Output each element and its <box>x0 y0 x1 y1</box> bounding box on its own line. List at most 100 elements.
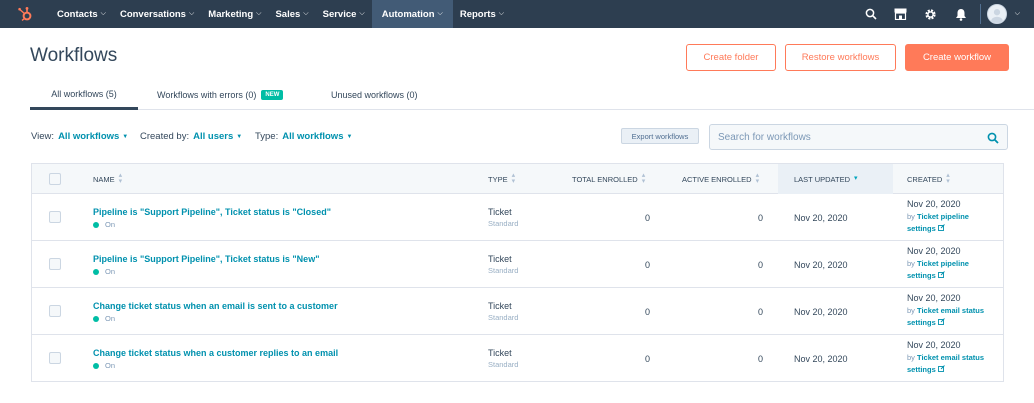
nav-right-tools: ⌵ <box>856 0 1034 28</box>
creator-link[interactable]: settings <box>907 271 936 280</box>
total-enrolled: 0 <box>644 354 650 364</box>
row-checkbox[interactable] <box>49 352 61 364</box>
nav-service[interactable]: Service ⌵ <box>316 0 372 28</box>
status-badge: On <box>93 220 115 229</box>
workflow-name-link[interactable]: Change ticket status when a customer rep… <box>93 348 338 358</box>
created-date: Nov 20, 2020 <box>907 340 961 350</box>
sort-descending-icon: ▾ <box>854 175 858 182</box>
external-link-icon[interactable] <box>937 365 945 374</box>
tab-all-workflows[interactable]: All workflows (5) <box>30 80 138 110</box>
column-header-type[interactable]: TYPE ▴ ▾ <box>488 164 515 194</box>
type-filter[interactable]: Type: All workflows ▼ <box>255 131 352 142</box>
create-folder-button[interactable]: Create folder <box>686 44 776 71</box>
workflow-tabs: All workflows (5) Workflows with errors … <box>30 80 1034 110</box>
created-by: by Ticket pipeline settings <box>907 259 969 280</box>
sort-icon: ▴ ▾ <box>641 172 646 185</box>
column-header-name[interactable]: NAME ▴ ▾ <box>93 164 122 194</box>
total-enrolled: 0 <box>644 213 650 223</box>
status-dot-icon <box>93 315 99 322</box>
chevron-down-icon: ⌵ <box>437 10 443 17</box>
workflow-name-link[interactable]: Pipeline is "Support Pipeline", Ticket s… <box>93 254 319 264</box>
workflow-type: Ticket <box>488 348 512 358</box>
workflow-type: Ticket <box>488 207 512 217</box>
view-filter[interactable]: View: All workflows ▼ <box>31 131 128 142</box>
created-by: by Ticket email status settings <box>907 353 984 374</box>
nav-sales[interactable]: Sales ⌵ <box>268 0 315 28</box>
workflow-type: Ticket <box>488 254 512 264</box>
creator-link[interactable]: Ticket email status <box>917 306 984 315</box>
status-dot-icon <box>93 221 99 228</box>
caret-down-icon: ▼ <box>346 133 353 140</box>
search-icon[interactable] <box>987 131 999 149</box>
total-enrolled: 0 <box>644 260 650 270</box>
creator-link[interactable]: Ticket email status <box>917 353 984 362</box>
search-icon[interactable] <box>856 0 886 28</box>
row-checkbox[interactable] <box>49 258 61 270</box>
nav-contacts[interactable]: Contacts ⌵ <box>50 0 113 28</box>
caret-down-icon: ▼ <box>236 133 243 140</box>
external-link-icon[interactable] <box>937 271 945 280</box>
create-workflow-button[interactable]: Create workflow <box>905 44 1009 71</box>
creator-link[interactable]: Ticket pipeline <box>917 212 969 221</box>
chevron-down-icon: ⌵ <box>359 10 365 17</box>
active-enrolled: 0 <box>757 307 763 317</box>
export-workflows-button[interactable]: Export workflows <box>621 128 699 144</box>
workflow-name-link[interactable]: Change ticket status when an email is se… <box>93 301 338 311</box>
nav-conversations[interactable]: Conversations ⌵ <box>113 0 201 28</box>
creator-link[interactable]: Ticket pipeline <box>917 259 969 268</box>
status-dot-icon <box>93 362 99 369</box>
creator-link[interactable]: settings <box>907 365 936 374</box>
last-updated: Nov 20, 2020 <box>794 307 848 317</box>
table-header: NAME ▴ ▾ TYPE ▴ ▾ TOTAL ENROLLED ▴ ▾ ACTIVE EN… <box>32 164 1003 194</box>
row-checkbox[interactable] <box>49 305 61 317</box>
page-title: Workflows <box>30 45 118 66</box>
created-by: by Ticket email status settings <box>907 306 984 327</box>
created-by-filter[interactable]: Created by: All users ▼ <box>140 131 242 142</box>
nav-marketing[interactable]: Marketing ⌵ <box>201 0 268 28</box>
last-updated: Nov 20, 2020 <box>794 354 848 364</box>
restore-workflows-button[interactable]: Restore workflows <box>785 44 896 71</box>
status-badge: On <box>93 267 115 276</box>
new-badge: NEW <box>261 90 284 100</box>
workflow-type: Ticket <box>488 301 512 311</box>
status-dot-icon <box>93 268 99 275</box>
avatar[interactable] <box>986 4 1007 24</box>
workflow-subtype: Standard <box>488 313 519 322</box>
tab-workflows-with-errors[interactable]: Workflows with errors (0) NEW <box>157 80 284 110</box>
chevron-down-icon: ⌵ <box>498 10 505 17</box>
column-header-created[interactable]: CREATED ▴ ▾ <box>907 164 950 194</box>
table-row: Pipeline is "Support Pipeline", Ticket s… <box>32 194 1003 241</box>
column-header-active-enrolled[interactable]: ACTIVE ENROLLED ▴ ▾ <box>682 164 759 194</box>
nav-automation[interactable]: Automation ⌵ <box>371 0 453 28</box>
created-date: Nov 20, 2020 <box>907 293 961 303</box>
table-row: Pipeline is "Support Pipeline", Ticket s… <box>32 241 1003 288</box>
total-enrolled: 0 <box>644 307 650 317</box>
creator-link[interactable]: settings <box>907 318 936 327</box>
nav-reports[interactable]: Reports ⌵ <box>453 0 511 28</box>
creator-link[interactable]: settings <box>907 224 936 233</box>
search-input[interactable] <box>710 131 970 143</box>
column-header-last-updated[interactable]: LAST UPDATED ▾ <box>778 164 893 194</box>
settings-gear-icon[interactable] <box>916 0 946 28</box>
tab-unused-workflows[interactable]: Unused workflows (0) <box>331 80 418 110</box>
external-link-icon[interactable] <box>937 224 945 233</box>
external-link-icon[interactable] <box>937 318 945 327</box>
hubspot-logo-icon[interactable] <box>0 0 50 28</box>
created-date: Nov 20, 2020 <box>907 246 961 256</box>
active-enrolled: 0 <box>757 213 763 223</box>
workflow-name-link[interactable]: Pipeline is "Support Pipeline", Ticket s… <box>93 207 331 217</box>
chevron-down-icon[interactable]: ⌵ <box>1015 10 1020 18</box>
status-badge: On <box>93 314 115 323</box>
caret-down-icon: ▼ <box>122 133 129 140</box>
sort-icon: ▴ ▾ <box>946 172 950 185</box>
marketplace-icon[interactable] <box>886 0 916 28</box>
sort-icon: ▴ ▾ <box>511 172 516 185</box>
select-all-checkbox[interactable] <box>49 173 61 185</box>
column-header-total-enrolled[interactable]: TOTAL ENROLLED ▴ ▾ <box>572 164 645 194</box>
row-checkbox[interactable] <box>49 211 61 223</box>
notifications-bell-icon[interactable] <box>946 0 976 28</box>
nav-divider <box>979 4 981 24</box>
search-box <box>709 124 1008 150</box>
workflow-subtype: Standard <box>488 266 519 275</box>
chevron-down-icon: ⌵ <box>256 10 262 17</box>
